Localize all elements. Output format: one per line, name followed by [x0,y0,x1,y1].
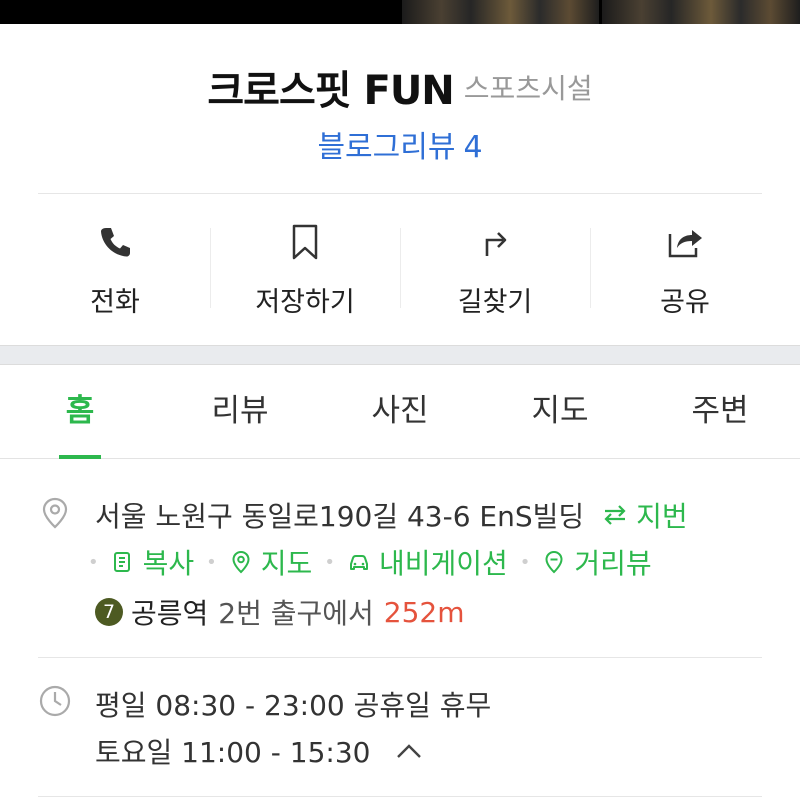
navigation-label: 내비게이션 [378,547,508,580]
divider [38,193,762,194]
place-photo[interactable] [602,0,800,24]
phone-icon [101,228,130,257]
share-button[interactable]: 공유 [590,210,780,325]
map-label: 지도 [260,547,313,580]
share-icon [668,230,702,258]
distance-text: 252m [383,595,465,629]
saturday-hours-row[interactable]: 토요일 11:00 - 15:30 [95,731,424,771]
bookmark-icon [292,224,318,260]
tab-review[interactable]: 리뷰 [160,364,320,458]
tab-map[interactable]: 지도 [480,364,640,458]
saturday-hours: 토요일 11:00 - 15:30 [95,736,371,769]
place-photo[interactable] [402,0,599,24]
save-label: 저장하기 [255,287,355,318]
place-category: 스포츠시설 [463,72,593,105]
address-actions: • 복사 • 지도 • 내비게이션 • 거리뷰 [88,542,652,582]
weekday-hours: 평일 08:30 - 23:00 공휴일 휴무 [95,689,492,722]
address-text: 서울 노원구 동일로190길 43-6 EnS빌딩 [95,500,585,533]
navigation-button[interactable]: 내비게이션 [347,542,508,582]
tab-bar: 홈 리뷰 사진 지도 주변 [0,364,800,459]
place-name: 크로스핏 FUN [207,68,454,114]
streetview-icon [545,550,563,574]
separator-dot: • [206,551,217,573]
directions-button[interactable]: 길찾기 [400,210,590,325]
blog-review-link[interactable]: 블로그리뷰 4 [0,122,800,166]
chevron-up-icon[interactable] [394,742,424,760]
divider [38,657,762,658]
blog-review-label: 블로그리뷰 [317,130,456,165]
separator-dot: • [324,551,335,573]
photo-strip[interactable] [0,0,800,24]
separator-dot: • [519,551,531,573]
directions-icon [485,232,507,256]
map-pin-icon [232,550,250,574]
place-header: 크로스핏 FUN 스포츠시설 [0,58,800,116]
copy-button[interactable]: 복사 [111,542,195,582]
section-gap [0,345,800,365]
tab-home[interactable]: 홈 [0,364,160,459]
directions-label: 길찾기 [457,287,533,318]
save-button[interactable]: 저장하기 [210,210,400,325]
share-label: 공유 [660,287,710,318]
map-button[interactable]: 지도 [229,542,313,582]
divider [38,796,762,797]
location-pin-icon [42,497,68,529]
exit-text: 2번 출구에서 [218,597,374,630]
streetview-button[interactable]: 거리뷰 [542,542,652,582]
call-button[interactable]: 전화 [20,210,210,325]
copy-label: 복사 [142,547,195,580]
jibun-label: 지번 [636,500,688,533]
action-bar: 전화 저장하기 길찾기 공유 [20,210,780,325]
subway-line: 7 공릉역 2번 출구에서 252m [95,592,465,632]
separator-dot: • [88,551,99,573]
swap-icon [604,505,626,525]
streetview-label: 거리뷰 [574,547,652,580]
tab-photo[interactable]: 사진 [320,364,480,458]
tab-nearby[interactable]: 주변 [640,364,800,458]
jibun-toggle[interactable]: 지번 [602,495,688,535]
copy-icon [113,552,130,572]
address-line: 서울 노원구 동일로190길 43-6 EnS빌딩 지번 [95,495,688,535]
clock-icon [39,685,71,717]
station-name: 공릉역 [131,597,209,630]
blog-review-count: 4 [463,130,483,165]
subway-line-badge: 7 [95,598,123,626]
call-label: 전화 [90,287,140,318]
car-icon [349,555,368,570]
